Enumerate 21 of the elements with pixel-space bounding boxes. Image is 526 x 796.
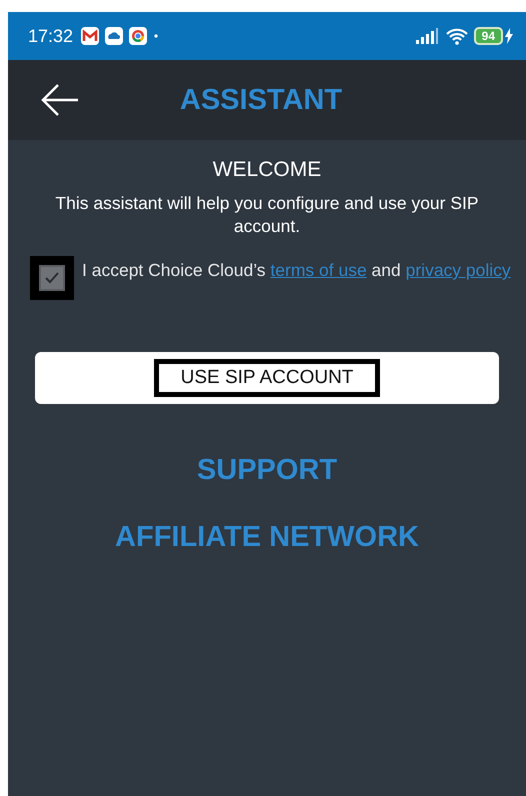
screen-title: ASSISTANT	[178, 84, 344, 116]
menu-link[interactable]: AFFILIATE NETWORK	[115, 521, 419, 554]
notification-dot-icon	[153, 33, 160, 39]
wifi-icon	[446, 28, 468, 44]
status-time: 17:32	[28, 26, 74, 46]
cloud-icon	[105, 27, 124, 45]
intro-text: This assistant will help you configure and use your SIP account.	[54, 192, 480, 238]
battery-level: 94	[474, 27, 503, 45]
back-arrow-icon	[40, 83, 80, 117]
accept-checkbox[interactable]	[30, 256, 74, 300]
browser-icon	[129, 27, 148, 45]
privacy-link[interactable]: privacy policy	[406, 260, 511, 280]
back-button[interactable]	[40, 83, 80, 117]
menu-link[interactable]: SUPPORT	[196, 454, 338, 487]
signal-icon	[416, 28, 440, 44]
welcome-heading: WELCOME	[212, 158, 322, 182]
terms-link[interactable]: terms of use	[270, 260, 367, 280]
use-sip-account-button[interactable]: USE SIP ACCOUNT	[35, 352, 499, 404]
terms-text: I accept Choice Cloud’s terms of use and privacy policy	[82, 259, 511, 281]
checkmark-icon	[44, 271, 60, 285]
mail-icon	[81, 27, 100, 45]
